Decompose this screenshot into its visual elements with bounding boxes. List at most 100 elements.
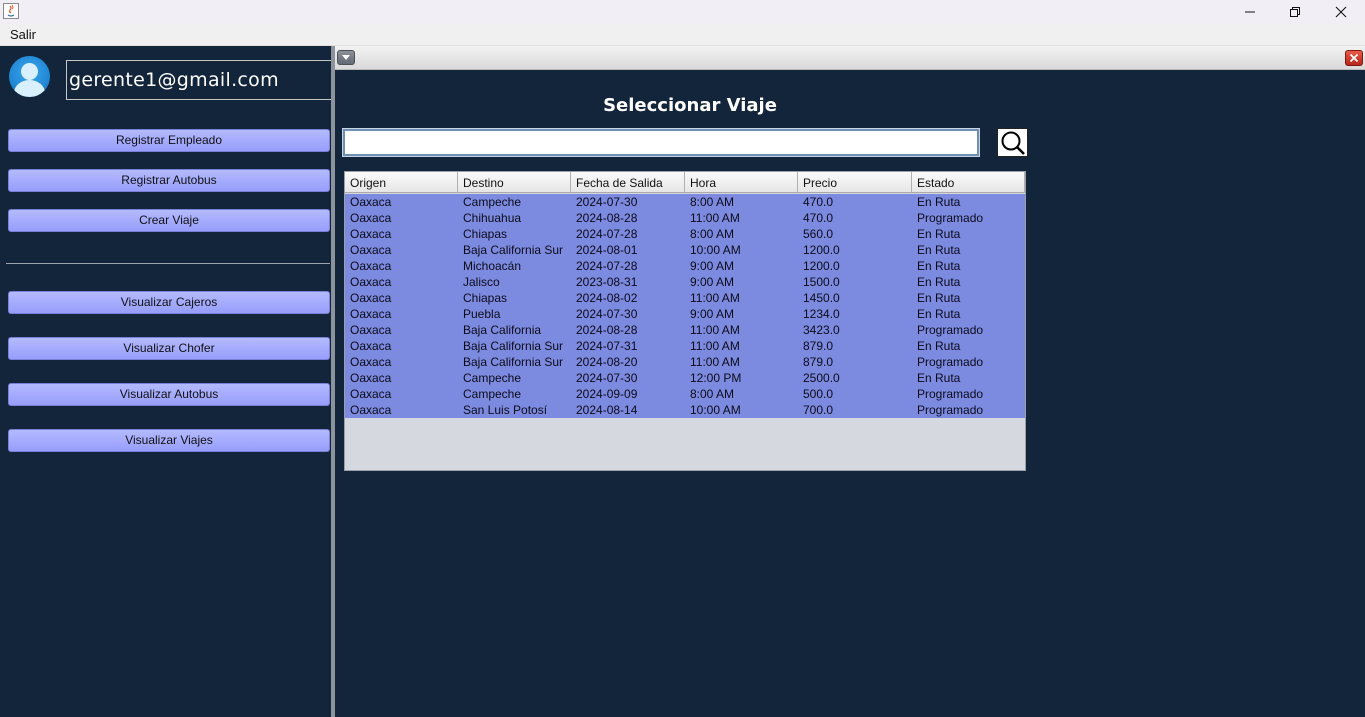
table-row[interactable]: Oaxaca Jalisco 2023-08-31 9:00 AM 1500.0 En R… [345,274,1025,290]
table-cell: Oaxaca [350,259,392,273]
registrar-autobus-button[interactable]: Registrar Autobus [8,169,330,192]
column-header[interactable]: Origen [345,172,458,193]
column-header[interactable]: Estado [912,172,1025,193]
table-body: Oaxaca Campeche 2024-07-30 8:00 AM 470.0 En R… [345,194,1025,418]
table-cell: Programado [917,355,984,369]
table-cell: En Ruta [917,227,961,241]
table-row[interactable]: Oaxaca Baja California Sur 2024-08-20 11:00… [345,354,1025,370]
table-cell: 2024-07-28 [576,259,638,273]
table-cell: 1200.0 [803,259,840,273]
search-input[interactable] [342,128,980,157]
table-cell: Programado [917,211,984,225]
table-cell: Baja California [463,323,542,337]
table-cell: Michoacán [463,259,522,273]
table-cell: 2023-08-31 [576,275,638,289]
table-cell: 470.0 [803,211,834,225]
viajes-table: Origen Destino Fecha de Salida Hora Precio Es… [344,171,1026,471]
table-row[interactable]: Oaxaca Chiapas 2024-08-02 11:00 AM 1450.0 En … [345,290,1025,306]
table-cell: Oaxaca [350,307,392,321]
table-cell: Baja California Sur [463,339,564,353]
user-email-field: gerente1@gmail.com [66,60,332,100]
table-row[interactable]: Oaxaca Campeche 2024-07-30 12:00 PM 2500.0 En… [345,370,1025,386]
column-header[interactable]: Hora [685,172,798,193]
table-header: Origen Destino Fecha de Salida Hora Precio Es… [345,172,1025,193]
internal-frame-title-bar[interactable] [335,46,1365,70]
table-cell: 8:00 AM [690,195,735,209]
table-cell: Baja California Sur [463,243,564,257]
frame-close-button[interactable] [1345,50,1363,66]
table-cell: En Ruta [917,291,961,305]
minimize-icon [1245,11,1255,13]
table-cell: 2024-08-14 [576,403,638,417]
table-cell: 9:00 AM [690,307,735,321]
table-cell: 12:00 PM [690,371,742,385]
table-cell: 879.0 [803,355,834,369]
table-cell: Oaxaca [350,371,392,385]
table-cell: 2024-07-30 [576,307,638,321]
close-window-button[interactable] [1318,0,1364,24]
table-cell: Programado [917,387,984,401]
table-row[interactable]: Oaxaca Baja California Sur 2024-08-01 10:00… [345,242,1025,258]
table-cell: 8:00 AM [690,227,735,241]
table-cell: Campeche [463,387,522,401]
table-cell: 11:00 AM [690,211,740,225]
table-cell: 9:00 AM [690,259,735,273]
table-cell: Puebla [463,307,501,321]
visualizar-cajeros-button[interactable]: Visualizar Cajeros [8,291,330,314]
restore-button[interactable] [1272,0,1318,24]
table-row[interactable]: Oaxaca Campeche 2024-09-09 8:00 AM 500.0 Prog… [345,386,1025,402]
table-cell: 2024-09-09 [576,387,638,401]
table-row[interactable]: Oaxaca Baja California 2024-08-28 11:00 AM 3… [345,322,1025,338]
table-row[interactable]: Oaxaca Michoacán 2024-07-28 9:00 AM 1200.0 En… [345,258,1025,274]
table-cell: 11:00 AM [690,355,740,369]
column-header[interactable]: Fecha de Salida [571,172,685,193]
frame-menu-button[interactable] [337,50,355,65]
window-title-bar [0,0,1365,24]
table-cell: Chihuahua [463,211,522,225]
table-row[interactable]: Oaxaca Campeche 2024-07-30 8:00 AM 470.0 En R… [345,194,1025,210]
table-cell: Chiapas [463,227,508,241]
table-cell: 10:00 AM [690,243,741,257]
visualizar-viajes-button[interactable]: Visualizar Viajes [8,429,330,452]
chevron-down-icon [342,55,350,60]
table-cell: Oaxaca [350,195,392,209]
table-cell: San Luis Potosí [463,403,548,417]
table-row[interactable]: Oaxaca Baja California Sur 2024-07-31 11:00… [345,338,1025,354]
table-cell: Baja California Sur [463,355,564,369]
minimize-button[interactable] [1227,0,1273,24]
table-cell: 2024-07-31 [576,339,638,353]
left-sidebar: gerente1@gmail.com Registrar Empleado Re… [0,46,332,717]
table-row[interactable]: Oaxaca Puebla 2024-07-30 9:00 AM 1234.0 En Ru… [345,306,1025,322]
menu-salir[interactable]: Salir [10,27,36,42]
table-cell: Oaxaca [350,243,392,257]
table-cell: En Ruta [917,371,961,385]
frame-heading: Seleccionar Viaje [603,95,777,116]
table-cell: Programado [917,403,984,417]
table-cell: Jalisco [463,275,500,289]
java-app-icon [3,3,19,19]
menu-bar: Salir [0,24,1365,46]
sidebar-divider [6,263,330,264]
visualizar-autobus-button[interactable]: Visualizar Autobus [8,383,330,406]
table-cell: En Ruta [917,275,961,289]
search-icon [1001,131,1025,155]
table-row[interactable]: Oaxaca San Luis Potosí 2024-08-14 10:00 AM 7… [345,402,1025,418]
table-cell: En Ruta [917,243,961,257]
table-cell: 2024-07-30 [576,195,638,209]
registrar-empleado-button[interactable]: Registrar Empleado [8,129,330,152]
column-header[interactable]: Destino [458,172,571,193]
crear-viaje-button[interactable]: Crear Viaje [8,209,330,232]
column-header[interactable]: Precio [798,172,912,193]
table-cell: 2024-08-28 [576,323,638,337]
table-cell: 2024-08-28 [576,211,638,225]
table-cell: 11:00 AM [690,339,740,353]
restore-icon [1290,7,1300,17]
table-row[interactable]: Oaxaca Chiapas 2024-07-28 8:00 AM 560.0 En Ru… [345,226,1025,242]
table-cell: Oaxaca [350,403,392,417]
table-cell: En Ruta [917,259,961,273]
table-cell: 9:00 AM [690,275,735,289]
table-row[interactable]: Oaxaca Chihuahua 2024-08-28 11:00 AM 470.0 Pr… [345,210,1025,226]
search-button[interactable] [997,128,1028,157]
visualizar-chofer-button[interactable]: Visualizar Chofer [8,337,330,360]
close-icon [1349,53,1359,63]
